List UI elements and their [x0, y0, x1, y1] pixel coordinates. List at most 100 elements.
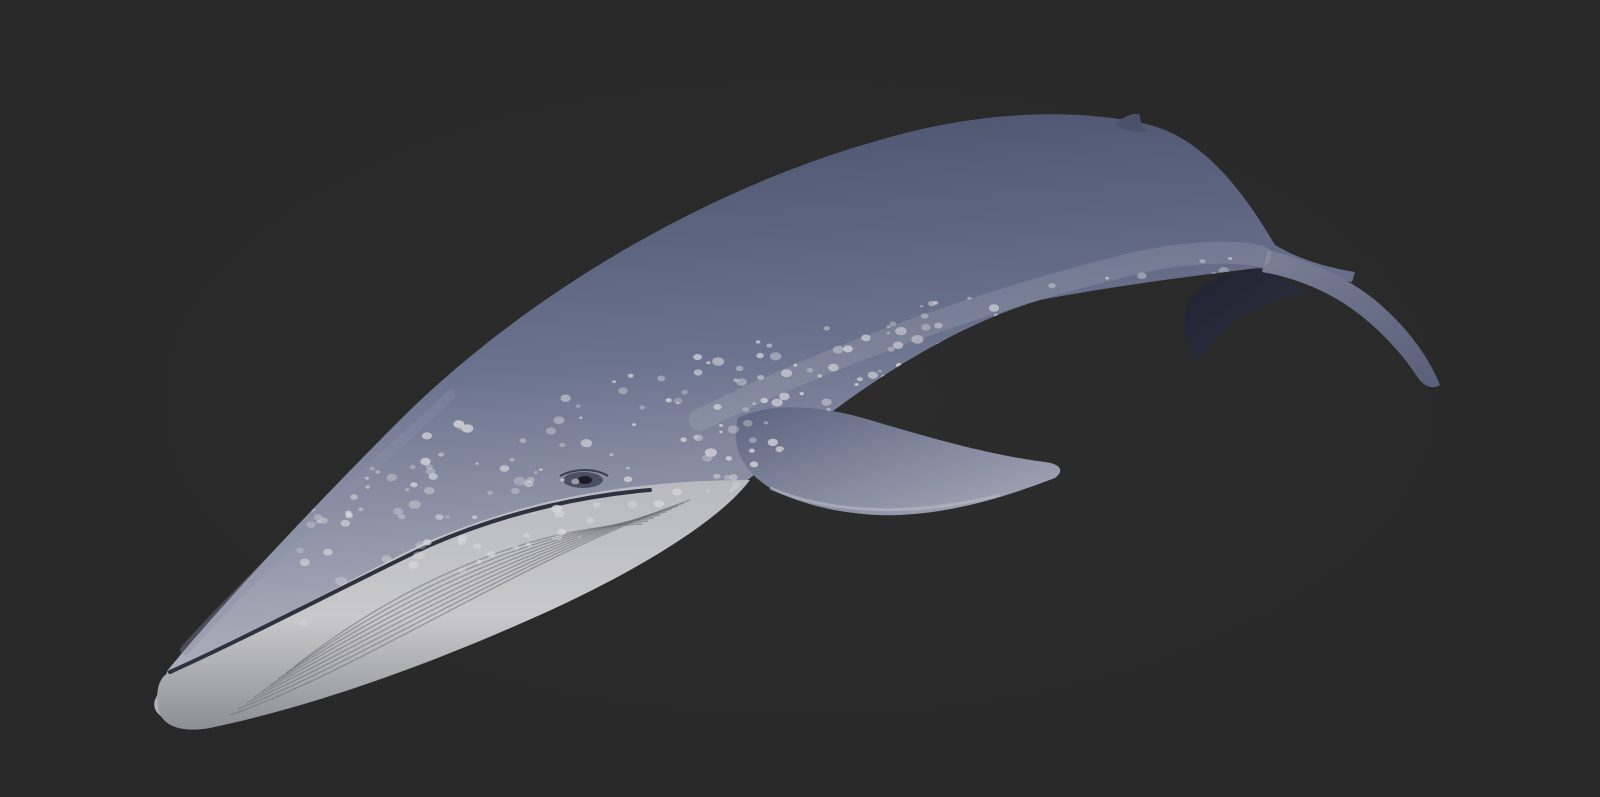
skin-spot — [593, 502, 601, 508]
skin-spot — [525, 542, 532, 547]
skin-spot — [919, 304, 924, 308]
skin-spot — [386, 473, 398, 482]
skin-spot — [769, 352, 782, 361]
skin-spot — [559, 442, 566, 448]
skin-spot — [673, 397, 683, 405]
skin-spot — [316, 520, 321, 524]
skin-spot — [735, 365, 744, 372]
skin-spot — [748, 437, 757, 444]
skin-spot — [435, 514, 444, 520]
skin-spot — [823, 326, 830, 331]
skin-spot — [487, 490, 494, 496]
skin-spot — [749, 448, 755, 453]
skin-spot — [381, 555, 392, 563]
skin-spot — [618, 387, 628, 395]
skin-spot — [557, 528, 567, 536]
skin-spot — [408, 561, 419, 569]
skin-spot — [533, 471, 538, 474]
skin-spot — [299, 558, 310, 567]
skin-spot — [369, 466, 375, 471]
skin-spot — [681, 389, 689, 395]
skin-spot — [408, 500, 421, 509]
skin-spot — [867, 371, 878, 379]
skin-spot — [438, 452, 444, 457]
skin-spot — [458, 568, 466, 574]
skin-spot — [623, 476, 633, 483]
skin-spot — [393, 507, 404, 516]
skin-spot — [755, 340, 761, 344]
skin-spot — [856, 377, 863, 382]
skin-spot — [509, 457, 515, 462]
skin-spot — [551, 537, 556, 540]
skin-spot — [409, 464, 416, 470]
skin-spot — [712, 357, 725, 366]
skin-spot — [296, 547, 304, 554]
skin-spot — [425, 468, 436, 475]
skin-spot — [410, 482, 418, 488]
skin-spot — [473, 543, 482, 550]
skin-spot — [693, 369, 703, 376]
skin-spot — [743, 419, 753, 427]
skin-spot — [632, 423, 637, 427]
skin-spot — [364, 476, 370, 480]
skin-spot — [554, 534, 562, 541]
skin-spot — [522, 532, 531, 538]
skin-spot — [513, 476, 526, 486]
skin-spot — [627, 373, 634, 378]
skin-spot — [877, 369, 882, 373]
skin-spot — [580, 439, 593, 448]
skin-spot — [576, 404, 581, 408]
skin-spot — [560, 394, 571, 402]
skin-spot — [665, 398, 672, 403]
skin-spot — [519, 438, 527, 444]
skin-spot — [609, 453, 614, 457]
render-viewport — [0, 0, 1600, 797]
skin-spot — [719, 430, 723, 434]
skin-spot — [475, 462, 479, 465]
skin-spot — [472, 515, 478, 520]
skin-spot — [306, 521, 316, 528]
skin-spot — [554, 510, 565, 518]
skin-spot — [702, 454, 713, 462]
skin-spot — [821, 398, 832, 406]
skin-spot — [639, 405, 646, 410]
skin-spot — [323, 548, 333, 556]
skin-spot — [499, 465, 510, 472]
skin-spot — [693, 435, 699, 439]
skin-spot — [705, 489, 711, 493]
skin-spot — [766, 343, 773, 348]
skin-spot — [612, 380, 617, 384]
skin-spot — [799, 392, 804, 396]
skin-spot — [727, 425, 740, 434]
skin-spot — [756, 352, 764, 359]
skin-spot — [723, 474, 732, 481]
skin-spot — [457, 534, 468, 542]
skin-spot — [854, 383, 859, 386]
skin-spot — [375, 470, 380, 474]
skin-spot — [445, 515, 450, 519]
skin-spot — [763, 421, 769, 425]
skin-spot — [350, 494, 358, 500]
skin-spot — [578, 535, 582, 539]
skin-spot — [476, 559, 482, 564]
skin-spot — [545, 427, 556, 435]
skin-spot — [767, 438, 778, 447]
skin-spot — [510, 487, 520, 495]
skin-spot — [340, 519, 350, 527]
skin-spot — [585, 517, 595, 524]
skin-spot — [560, 478, 565, 482]
skin-spot — [423, 539, 432, 546]
skin-spot — [693, 354, 702, 361]
skin-spot — [405, 488, 410, 492]
skin-spot — [625, 466, 630, 470]
skin-spot — [733, 378, 739, 383]
skin-spot — [413, 551, 425, 560]
skin-spot — [719, 424, 723, 427]
skin-spot — [345, 510, 352, 516]
whale-scene — [0, 0, 1600, 797]
skin-spot — [422, 432, 432, 440]
skin-spot — [657, 375, 666, 382]
skin-spot — [553, 416, 565, 425]
skin-spot — [771, 398, 783, 407]
skin-spot — [424, 487, 435, 495]
